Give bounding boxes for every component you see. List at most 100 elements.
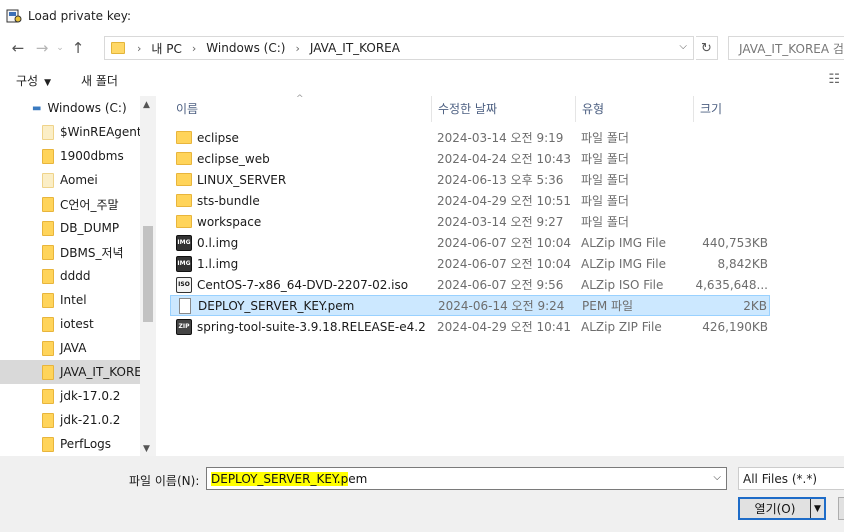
sidebar-item-label: Windows (C:) [47,101,127,115]
caret-down-icon[interactable]: ▼ [810,499,824,518]
folder-icon [42,364,54,380]
sidebar-item-folder[interactable]: Intel [0,288,140,312]
folder-icon [42,244,54,260]
file-row[interactable]: sts-bundle 2024-04-29 오전 10:51 파일 폴더 [170,190,770,211]
folder-icon [42,268,54,284]
sidebar-item-folder[interactable]: iotest [0,312,140,336]
file-date: 2024-06-13 오후 5:36 [437,173,564,187]
sidebar-item-label: C언어_주말 [60,197,119,212]
folder-icon [176,194,192,207]
sidebar-item-folder[interactable]: 1900dbms [0,144,140,168]
file-row[interactable]: IMG 0.l.img 2024-06-07 오전 10:04 ALZip IM… [170,232,770,253]
breadcrumb-drive[interactable]: Windows (C:) [206,41,285,55]
scrollbar-thumb[interactable] [143,226,153,322]
sidebar-scrollbar[interactable]: ▲ ▼ [140,96,156,456]
folder-icon [176,215,192,228]
sidebar-item-label: JAVA [60,341,87,355]
sidebar-item-selected[interactable]: JAVA_IT_KOREA [0,360,140,384]
command-toolbar: 구성 ▼ 새 폴더 ☷ [0,64,844,96]
file-date: 2024-06-14 오전 9:24 [438,299,565,313]
file-row[interactable]: IMG 1.l.img 2024-06-07 오전 10:04 ALZip IM… [170,253,770,274]
sidebar-item-drive[interactable]: ▬ Windows (C:) [0,96,140,120]
file-type: ALZip ZIP File [581,319,662,334]
file-list-pane: ^ 이름 수정한 날짜 유형 크기 eclipse 2024-03-14 오전 … [156,94,844,456]
file-row[interactable]: eclipse 2024-03-14 오전 9:19 파일 폴더 [170,127,770,148]
folder-icon [42,340,54,356]
sidebar-item-label: jdk-17.0.2 [60,389,121,403]
sidebar-item-folder[interactable]: $WinREAgent [0,120,140,144]
sidebar-item-folder[interactable]: jdk-21.0.2 [0,408,140,432]
scroll-down-icon[interactable]: ▼ [143,444,150,454]
address-row: ← → ⌄ ↑ › 내 PC › Windows (C:) › JAVA_IT_… [0,32,844,64]
sidebar-item-folder[interactable]: dddd [0,264,140,288]
file-date: 2024-06-07 오전 10:04 [437,236,572,250]
file-size: 440,753KB [702,235,768,250]
sidebar-item-folder[interactable]: DBMS_저녁 [0,240,140,264]
sidebar-item-folder[interactable]: Aomei [0,168,140,192]
up-arrow-icon[interactable]: ↑ [66,36,90,60]
file-row[interactable]: ZIP spring-tool-suite-3.9.18.RELEASE-e4.… [170,316,770,337]
refresh-icon[interactable]: ↻ [696,36,718,60]
breadcrumb-chevron-icon[interactable]: › [137,42,141,55]
file-type: 파일 폴더 [581,152,629,166]
column-header-date[interactable]: 수정한 날짜 [432,96,576,122]
sidebar-item-folder[interactable]: JAVA [0,336,140,360]
file-row[interactable]: eclipse_web 2024-04-24 오전 10:43 파일 폴더 [170,148,770,169]
file-type: ALZip ISO File [581,277,664,292]
search-input[interactable]: JAVA_IT_KOREA 검색 [728,36,844,60]
organize-label: 구성 [16,73,39,88]
file-name: eclipse [197,130,239,145]
sidebar-item-label: jdk-21.0.2 [60,413,121,427]
file-row[interactable]: workspace 2024-03-14 오전 9:27 파일 폴더 [170,211,770,232]
file-row[interactable]: LINUX_SERVER 2024-06-13 오후 5:36 파일 폴더 [170,169,770,190]
file-size: 426,190KB [702,319,768,334]
sidebar-item-label: 1900dbms [60,149,124,163]
recent-chevron-down-icon[interactable]: ⌄ [54,36,66,60]
folder-icon [42,124,54,140]
file-type: 파일 폴더 [581,194,629,208]
navigation-pane: ▬ Windows (C:) $WinREAgent 1900dbms Aome… [0,96,156,456]
dialog-footer: 파일 이름(N): DEPLOY_SERVER_KEY.p em ⌵ All Fi… [0,456,844,532]
chevron-down-icon[interactable]: ⌵ [713,472,721,483]
organize-button[interactable]: 구성 ▼ [8,72,59,89]
zip-file-icon: ZIP [176,318,192,335]
breadcrumb-chevron-icon[interactable]: › [295,42,299,55]
new-folder-button[interactable]: 새 폴더 [73,72,126,89]
putty-key-icon [6,9,22,23]
breadcrumb-this-pc[interactable]: 내 PC [151,40,181,57]
breadcrumb-chevron-icon[interactable]: › [192,42,196,55]
sidebar-item-label: iotest [60,317,94,331]
sidebar-item-label: Aomei [60,173,98,187]
back-arrow-icon[interactable]: ← [6,36,30,60]
file-row[interactable]: ISO CentOS-7-x86_64-DVD-2207-02.iso 2024… [170,274,770,295]
cancel-button[interactable] [838,497,844,520]
sidebar-item-folder[interactable]: jdk-17.0.2 [0,384,140,408]
folder-icon [176,152,192,165]
folder-icon [42,412,54,428]
filename-input[interactable]: DEPLOY_SERVER_KEY.p em ⌵ [206,467,727,490]
img-file-icon: IMG [176,234,192,251]
file-size: 8,842KB [717,256,768,271]
scroll-up-icon[interactable]: ▲ [143,100,150,110]
filetype-select[interactable]: All Files (*.*) [738,467,844,490]
file-date: 2024-03-14 오전 9:19 [437,131,564,145]
filename-highlighted-text: DEPLOY_SERVER_KEY.p [211,471,349,486]
address-bar[interactable]: › 내 PC › Windows (C:) › JAVA_IT_KOREA ⌵ [104,36,694,60]
open-button-label: 열기(O) [754,502,796,516]
sidebar-item-folder[interactable]: PerfLogs [0,432,140,456]
column-header-name[interactable]: 이름 [170,96,432,122]
breadcrumb-folder[interactable]: JAVA_IT_KOREA [310,41,400,55]
forward-arrow-icon[interactable]: → [30,36,54,60]
column-header-type[interactable]: 유형 [576,96,694,122]
file-row-selected[interactable]: DEPLOY_SERVER_KEY.pem 2024-06-14 오전 9:24… [170,295,770,316]
title-bar: Load private key: [0,0,844,32]
open-button[interactable]: 열기(O) ▼ [738,497,826,520]
filename-rest-text: em [348,471,368,486]
sidebar-item-folder[interactable]: C언어_주말 [0,192,140,216]
column-header-size[interactable]: 크기 [694,96,770,122]
filename-label: 파일 이름(N): [129,474,200,488]
view-options-icon[interactable]: ☷ [828,72,840,87]
file-date: 2024-04-29 오전 10:41 [437,320,572,334]
address-dropdown-icon[interactable]: ⌵ [679,41,687,52]
sidebar-item-folder[interactable]: DB_DUMP [0,216,140,240]
